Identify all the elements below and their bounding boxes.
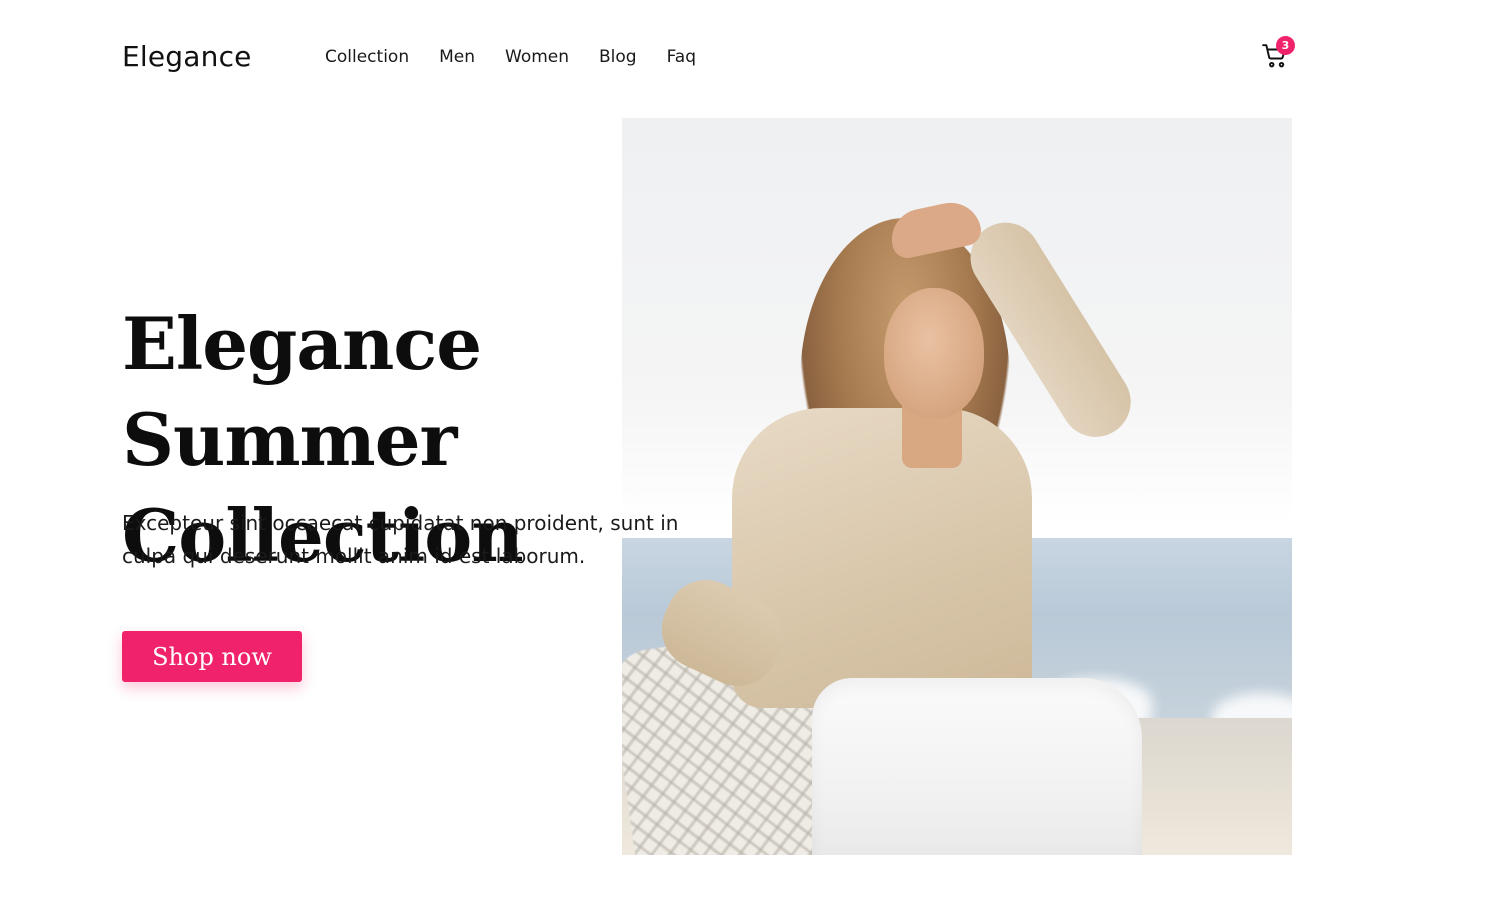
landing-page: Elegance Collection Men Women Blog Faq 3…: [0, 0, 1493, 923]
model-face: [884, 288, 984, 418]
cart-count-badge: 3: [1276, 36, 1295, 55]
hero-title-line-1: Elegance Summer: [122, 301, 482, 482]
cart-button[interactable]: 3: [1262, 36, 1295, 71]
nav-item-collection[interactable]: Collection: [325, 47, 409, 67]
main-nav: Collection Men Women Blog Faq: [325, 47, 696, 67]
model-pants: [812, 678, 1142, 855]
hero-description-line-1: Excepteur sint occaecat cupidatat non pr…: [122, 511, 679, 535]
nav-item-women[interactable]: Women: [505, 47, 569, 67]
brand-logo[interactable]: Elegance: [122, 40, 252, 73]
hero-description: Excepteur sint occaecat cupidatat non pr…: [122, 507, 712, 573]
nav-item-faq[interactable]: Faq: [667, 47, 696, 67]
hero-description-line-2: culpa qui deserunt mollit anim id est la…: [122, 544, 586, 568]
shop-now-button[interactable]: Shop now: [122, 631, 302, 682]
nav-item-men[interactable]: Men: [439, 47, 475, 67]
model-blouse: [732, 408, 1032, 708]
model-hand: [886, 197, 984, 261]
nav-item-blog[interactable]: Blog: [599, 47, 637, 67]
